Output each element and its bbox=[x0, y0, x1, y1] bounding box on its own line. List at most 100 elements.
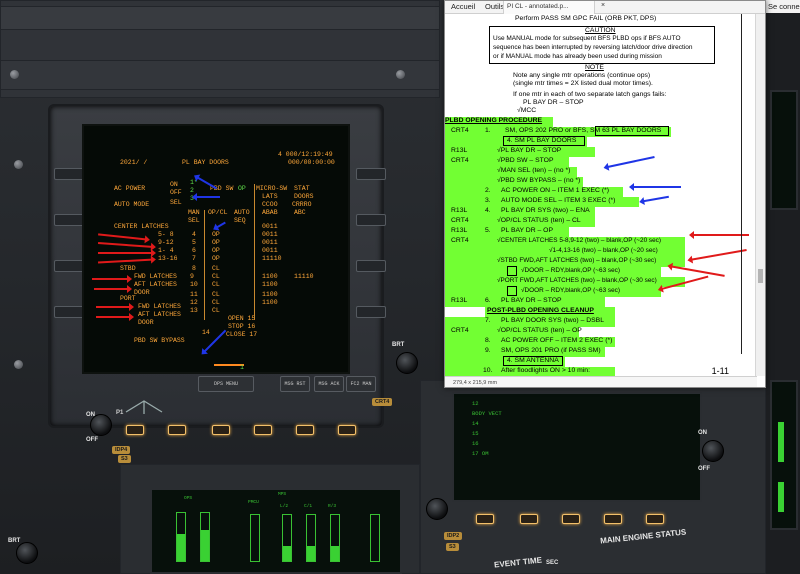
panel-cell: CRT4 bbox=[451, 157, 469, 164]
crt-col-stat: STAT bbox=[294, 185, 310, 192]
step-text: AUTO MODE SEL – ITEM 3 EXEC (*) bbox=[501, 197, 616, 204]
crt-col-sel: SEL bbox=[188, 217, 200, 224]
crt-time: 4 000/12:19:49 bbox=[278, 151, 333, 158]
close-tab-icon[interactable]: × bbox=[601, 2, 605, 9]
document-page: Perform PASS SM GPC FAIL (ORB PKT, DPS) … bbox=[445, 14, 757, 376]
edge-button[interactable] bbox=[54, 168, 84, 180]
scrollbar-thumb[interactable] bbox=[758, 269, 763, 283]
screw bbox=[396, 70, 405, 79]
crt-stbd-opcl: CL bbox=[212, 281, 220, 288]
idp-switch-label[interactable]: IDP4 bbox=[112, 446, 131, 454]
edge-led-button[interactable] bbox=[562, 514, 580, 524]
annotation-arrow-red bbox=[96, 313, 134, 321]
side-value: 14 bbox=[472, 420, 479, 427]
menu-home[interactable]: Accueil bbox=[451, 2, 475, 11]
idp-switch-label[interactable]: IDP2 bbox=[444, 532, 463, 540]
panel-cell: R13L bbox=[451, 297, 468, 304]
crt-col-lats: LATS bbox=[262, 193, 278, 200]
crt-latch-opcl: OP bbox=[212, 255, 220, 262]
crt-stbd-item: 10 bbox=[190, 281, 198, 288]
doc-top-line: Perform PASS SM GPC FAIL (ORB PKT, DPS) bbox=[515, 15, 657, 22]
softkey-dps-menu[interactable]: DPS MENU bbox=[198, 376, 254, 392]
edge-button[interactable] bbox=[54, 214, 84, 226]
edge-button[interactable] bbox=[356, 214, 386, 226]
edge-led-button[interactable] bbox=[338, 425, 356, 435]
edge-led-button[interactable] bbox=[604, 514, 622, 524]
edge-led-button[interactable] bbox=[212, 425, 230, 435]
edge-button[interactable] bbox=[356, 260, 386, 272]
edge-button[interactable] bbox=[356, 168, 386, 180]
engine-gauge-fill bbox=[307, 546, 315, 561]
engine-gauge bbox=[250, 514, 260, 562]
step-cell: 2. bbox=[485, 187, 491, 194]
dim-knob[interactable] bbox=[396, 352, 418, 374]
edge-led-button[interactable] bbox=[168, 425, 186, 435]
edge-button[interactable] bbox=[54, 306, 84, 318]
crt-latch-opcl: OP bbox=[212, 247, 220, 254]
lower-knob[interactable] bbox=[16, 542, 38, 564]
crt-port-fwd: FWD LATCHES bbox=[138, 303, 181, 310]
crt-col-man: MAN bbox=[188, 209, 200, 216]
annotation-arrow-red bbox=[96, 303, 134, 311]
panel-cell: CRT4 bbox=[451, 127, 469, 134]
edge-led-button[interactable] bbox=[476, 514, 494, 524]
crt-port-opcl: CL bbox=[212, 307, 220, 314]
crt-latch-seq: 0011 bbox=[262, 239, 278, 246]
edge-led-button[interactable] bbox=[296, 425, 314, 435]
right-lower-knob[interactable] bbox=[426, 498, 448, 520]
edge-button[interactable] bbox=[356, 306, 386, 318]
crt-on: ON bbox=[170, 181, 178, 188]
annotation-arrow-red bbox=[669, 265, 725, 277]
edge-gauge-fill bbox=[778, 482, 784, 512]
softkey-msg-rst[interactable]: MSG RST bbox=[280, 376, 310, 392]
cleanup-title: POST-PLBD OPENING CLEANUP bbox=[487, 307, 594, 314]
off-label: OFF bbox=[86, 437, 98, 443]
crt-port-code: 1100 bbox=[262, 291, 278, 298]
crt-sel: SEL bbox=[170, 199, 182, 206]
pdf-viewer-window: Accueil Outils PI CL - annotated.p... × … bbox=[444, 0, 766, 388]
edge-led-button[interactable] bbox=[254, 425, 272, 435]
upper-rail bbox=[0, 6, 440, 30]
engine-gauge-fill bbox=[177, 534, 185, 561]
step-text: √PORT FWD,AFT LATCHES (two) – blank,OP (… bbox=[497, 277, 657, 284]
crt-port-aft: AFT LATCHES bbox=[138, 311, 181, 318]
edge-button[interactable] bbox=[54, 260, 84, 272]
p1-label: P1 bbox=[116, 410, 124, 416]
margin-rule bbox=[741, 14, 742, 354]
crt-display: 2021/ / PL BAY DOORS 4 000/12:19:49 000/… bbox=[82, 124, 350, 374]
crt-latch-item: 4 bbox=[192, 231, 196, 238]
vertical-scrollbar[interactable] bbox=[755, 14, 765, 376]
right-knob[interactable] bbox=[702, 440, 724, 462]
crt-port-code: 1100 bbox=[262, 299, 278, 306]
crt-date: 2021/ / bbox=[120, 159, 148, 166]
edge-led-button[interactable] bbox=[646, 514, 664, 524]
viewer-tab-bar: Accueil Outils PI CL - annotated.p... × bbox=[445, 1, 765, 14]
edge-led-button[interactable] bbox=[126, 425, 144, 435]
side-value: 15 bbox=[472, 430, 479, 437]
engine-label: MPS bbox=[278, 492, 287, 497]
document-tab[interactable]: PI CL - annotated.p... bbox=[503, 1, 595, 14]
annotation-arrow-red bbox=[94, 285, 132, 293]
step-cell: 7. bbox=[485, 317, 491, 324]
off-label: OFF bbox=[698, 466, 710, 472]
softkey-fc2-man[interactable]: FC2 MAN bbox=[346, 376, 376, 392]
annotation-arrow-blue bbox=[216, 221, 226, 229]
right-display: 12 BODY VECT 14 15 16 17 OM bbox=[452, 392, 702, 502]
idp-sub-label: S3 bbox=[118, 455, 131, 463]
crt-stbd: STBD bbox=[120, 265, 136, 272]
softkey-msg-ack[interactable]: MSG ACK bbox=[314, 376, 344, 392]
crt-stop: STOP 16 bbox=[228, 323, 256, 330]
panel-cell: R13L bbox=[451, 207, 468, 214]
right-edge-panel bbox=[766, 0, 800, 574]
caution-title: CAUTION bbox=[585, 27, 616, 34]
edge-led-button[interactable] bbox=[520, 514, 538, 524]
side-value: 12 bbox=[472, 400, 479, 407]
edge-display bbox=[770, 380, 798, 530]
note-title: NOTE bbox=[585, 64, 604, 71]
empty-box bbox=[507, 266, 517, 276]
sign-in-link[interactable]: Se connecter bbox=[766, 0, 800, 13]
crt-stbd-door: DOOR bbox=[134, 289, 150, 296]
menu-tools[interactable]: Outils bbox=[485, 2, 504, 11]
sec-label: SEC bbox=[546, 560, 559, 566]
crt-port-item: 11 bbox=[190, 291, 198, 298]
